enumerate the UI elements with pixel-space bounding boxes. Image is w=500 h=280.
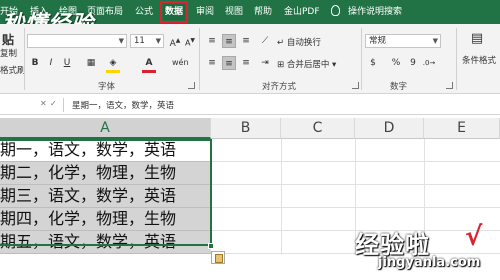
font-color-swatch: [142, 70, 156, 73]
tab-data[interactable]: 数据: [159, 1, 189, 23]
wrap-text-icon: ↵: [277, 38, 287, 48]
column-header-c[interactable]: C: [281, 118, 355, 139]
cell-a2[interactable]: 期二，化学，物理，生物: [0, 162, 211, 185]
increase-decimal-icon[interactable]: .0→: [422, 56, 436, 70]
grid-line: [281, 139, 282, 255]
conditional-format-icon[interactable]: ▤: [470, 32, 484, 46]
align-middle-icon[interactable]: ≡: [222, 34, 236, 48]
fill-color-swatch: [106, 70, 120, 73]
group-divider: [24, 28, 25, 90]
checkmark-icon: √: [465, 222, 483, 252]
borders-icon[interactable]: ▦: [84, 56, 98, 70]
currency-icon[interactable]: $: [366, 56, 380, 70]
phonetic-icon[interactable]: wén: [172, 56, 189, 70]
cancel-icon[interactable]: ✕: [40, 99, 47, 108]
grid-line: [211, 184, 500, 185]
divider: [63, 98, 64, 112]
group-divider: [199, 28, 200, 90]
paste-button-label[interactable]: 贴: [2, 31, 14, 48]
font-size-combo[interactable]: 11 ▼: [130, 34, 164, 48]
font-color-icon[interactable]: A: [142, 56, 156, 70]
merge-center-label: 合并后居中: [286, 60, 330, 70]
font-family-combo[interactable]: ▼: [27, 34, 127, 48]
align-left-icon[interactable]: ≡: [205, 56, 219, 70]
tab-review[interactable]: 审阅: [196, 4, 214, 20]
formula-bar: ✕ ✓ 星期一，语文，数学，英语: [0, 95, 500, 115]
paste-options-icon[interactable]: [211, 251, 225, 264]
align-center-icon[interactable]: ≡: [222, 56, 236, 70]
alignment-group-label: 对齐方式: [262, 82, 297, 92]
cell-a4[interactable]: 期四，化学，物理，生物: [0, 208, 211, 231]
cell-a5[interactable]: 期五，语文，数学，英语: [0, 231, 211, 254]
tab-formulas[interactable]: 公式: [135, 4, 153, 20]
column-header-e[interactable]: E: [424, 118, 500, 139]
column-header-d[interactable]: D: [355, 118, 424, 139]
lightbulb-icon: [331, 5, 340, 16]
italic-icon[interactable]: I: [44, 56, 58, 70]
group-divider: [361, 28, 362, 90]
tab-help[interactable]: 帮助: [254, 4, 272, 20]
copy-button[interactable]: 复制: [0, 47, 17, 59]
merge-icon: ⊞: [277, 60, 287, 70]
cell-a1[interactable]: 期一，语文，数学，英语: [0, 139, 211, 162]
indent-icon[interactable]: ⇥: [258, 56, 272, 70]
dialog-launcher-icon[interactable]: [352, 82, 359, 89]
ribbon-panel: 贴 复制 格式刷 ▼ 11 ▼ A▲ A▼ B I U ▦ ◈ A wén 字体 …: [0, 24, 500, 94]
align-right-icon[interactable]: ≡: [239, 56, 253, 70]
tell-me-search[interactable]: 操作说明搜索: [348, 4, 402, 20]
wrap-text-label: 自动换行: [286, 38, 321, 48]
merge-center-button[interactable]: ⊞ 合并后居中 ▾: [277, 58, 336, 70]
enter-icon[interactable]: ✓: [50, 99, 57, 108]
number-format-value: 常规: [369, 36, 387, 46]
conditional-format-button[interactable]: 条件格式: [462, 54, 496, 66]
watermark-url: jingyanla.com: [378, 255, 481, 270]
comma-style-icon[interactable]: 9: [406, 56, 420, 70]
percent-icon[interactable]: %: [389, 56, 403, 70]
chevron-down-icon: ▼: [432, 37, 438, 45]
underline-icon[interactable]: U: [60, 56, 74, 70]
tab-kingsoft-pdf[interactable]: 金山PDF: [284, 4, 320, 20]
column-header-b[interactable]: B: [211, 118, 281, 139]
wrap-text-button[interactable]: ↵ 自动换行: [277, 36, 321, 48]
align-top-icon[interactable]: ≡: [205, 34, 219, 48]
increase-font-icon[interactable]: A▲: [168, 34, 182, 49]
number-group-label: 数字: [390, 82, 408, 92]
fill-color-icon[interactable]: ◈: [106, 56, 120, 70]
chevron-down-icon: ▼: [155, 37, 161, 45]
group-divider: [456, 28, 457, 90]
cell-a3[interactable]: 期三，语文，数学，英语: [0, 185, 211, 208]
orientation-icon[interactable]: ⟋: [258, 34, 272, 48]
font-group-label: 字体: [98, 82, 116, 92]
ribbon-tab-bar: 开始 插入 绘图 页面布局 公式 数据 审阅 视图 帮助 金山PDF 操作说明搜…: [0, 0, 500, 37]
grid-line: [211, 207, 500, 208]
grid-line: [211, 161, 500, 162]
align-bottom-icon[interactable]: ≡: [239, 34, 253, 48]
font-size-value: 11: [134, 36, 145, 46]
tab-view[interactable]: 视图: [225, 4, 243, 20]
decrease-font-icon[interactable]: A▼: [183, 34, 197, 48]
column-header-a[interactable]: A: [0, 118, 211, 139]
chevron-down-icon: ▼: [118, 37, 124, 45]
format-painter-button[interactable]: 格式刷: [0, 64, 26, 76]
fill-handle[interactable]: [208, 243, 214, 249]
dialog-launcher-icon[interactable]: [188, 82, 195, 89]
dialog-launcher-icon[interactable]: [446, 82, 453, 89]
formula-input[interactable]: 星期一，语文，数学，英语: [72, 99, 174, 111]
bold-icon[interactable]: B: [28, 56, 42, 70]
number-format-combo[interactable]: 常规 ▼: [365, 34, 441, 48]
